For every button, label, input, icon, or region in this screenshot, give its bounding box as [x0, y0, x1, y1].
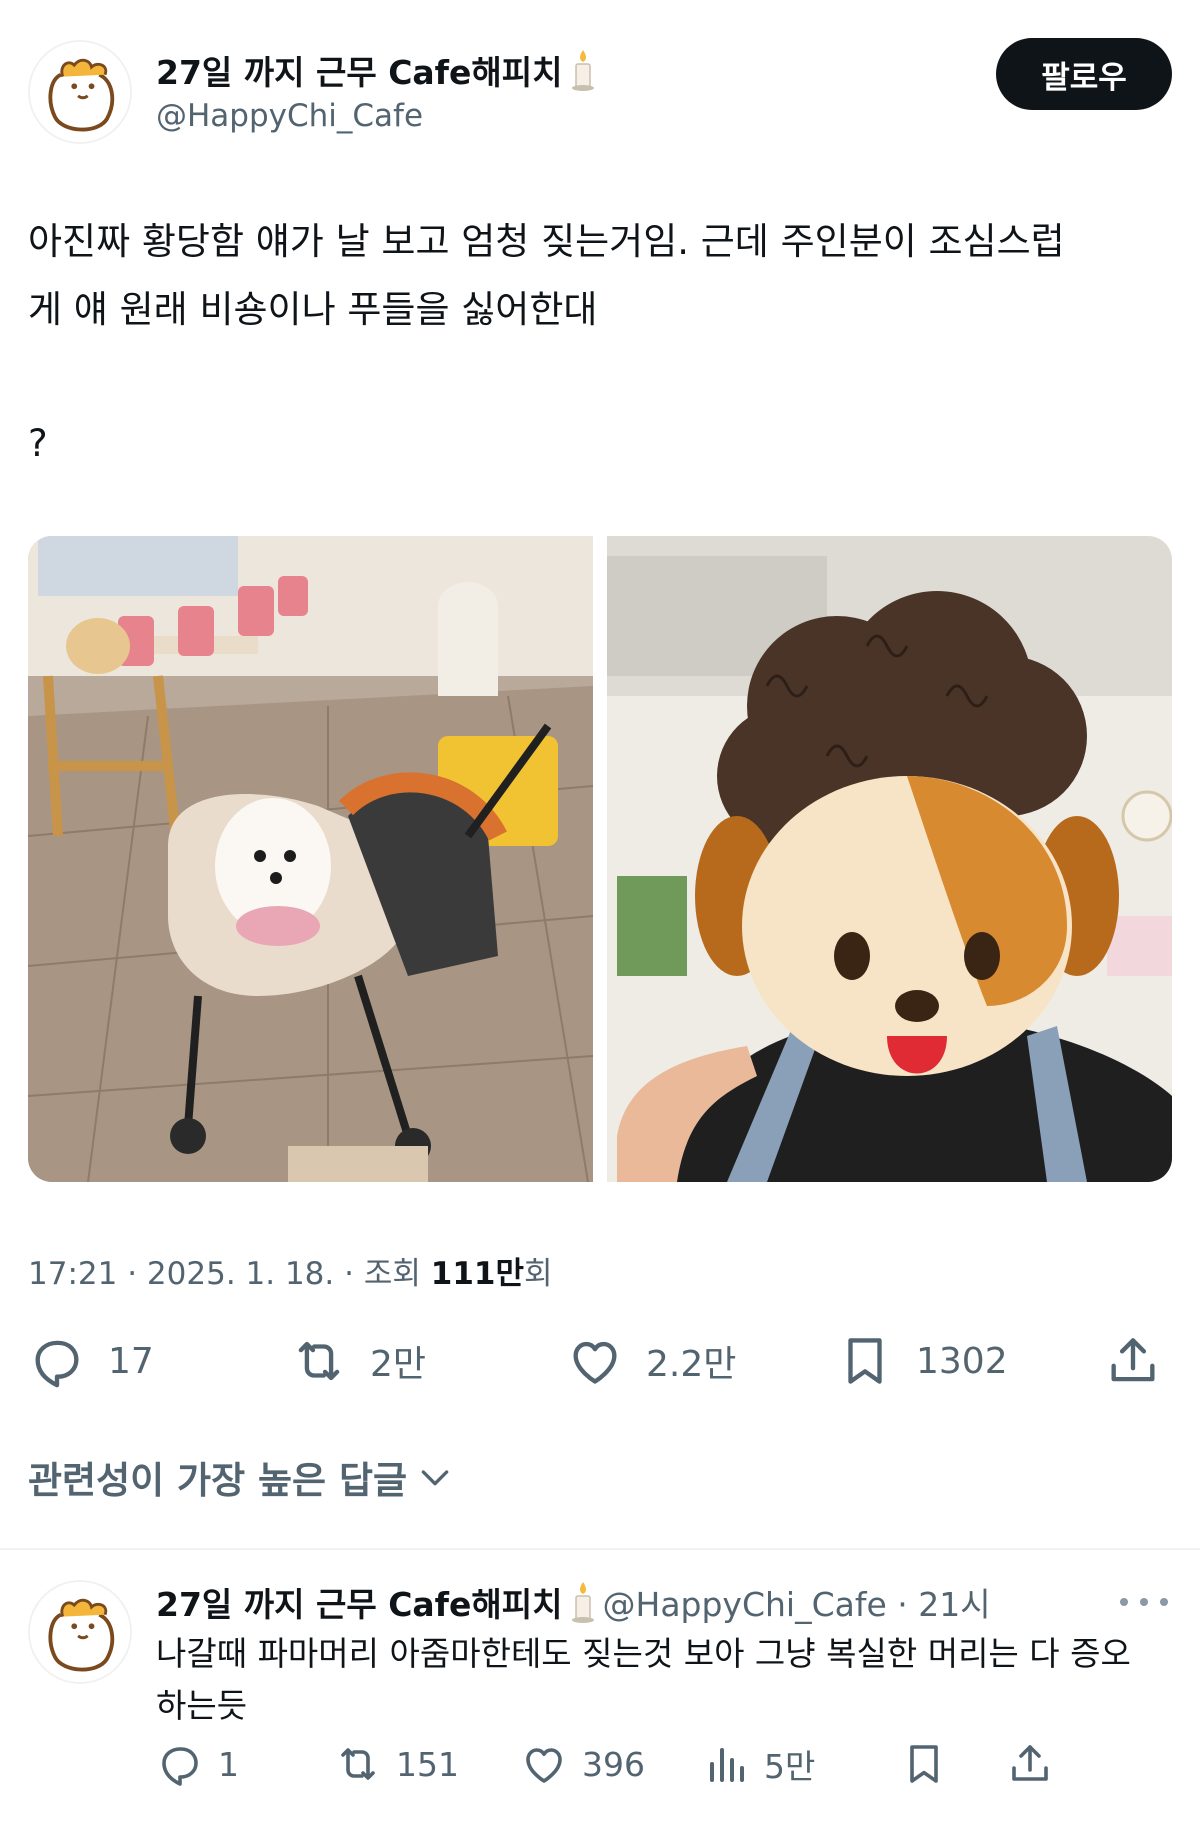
retweet-icon: [341, 1748, 375, 1780]
views-icon: [710, 1748, 744, 1782]
tweet-text-line: ?: [28, 422, 48, 465]
author-avatar[interactable]: [28, 40, 132, 144]
tweet-time[interactable]: 17:21: [28, 1256, 117, 1292]
retweet-count: 2만: [370, 1344, 427, 1385]
reply-share-button[interactable]: [1006, 1740, 1054, 1788]
reply-count: 17: [108, 1340, 154, 1382]
meta-separator: ·: [127, 1256, 138, 1292]
section-divider: [0, 1548, 1200, 1550]
reply-action-bar: 1 151 396 5만: [156, 1740, 1172, 1796]
like-count: 2.2만: [646, 1344, 737, 1385]
reply-text-line: 하는듯: [156, 1686, 248, 1725]
bookmark-button[interactable]: 1302: [836, 1332, 1008, 1390]
photo-selfie-curly-hair[interactable]: [607, 536, 1172, 1182]
reply-like-count: 396: [582, 1744, 645, 1784]
tweet-header: 27일 까지 근무 Cafe해피치 @HappyChi_Cafe 팔로우: [28, 38, 1172, 148]
views-prefix: 조회: [363, 1256, 421, 1292]
reply-bookmark-button[interactable]: [900, 1740, 948, 1788]
photo-dog-stroller[interactable]: [28, 536, 593, 1182]
tweet-text: 아진짜 황당함 얘가 날 보고 엄청 짖는거임. 근데 주인분이 조심스럽 게 …: [28, 208, 1172, 478]
retweet-button[interactable]: 2만: [290, 1332, 426, 1390]
author-display-name[interactable]: 27일 까지 근무 Cafe해피치: [156, 46, 563, 94]
retweet-icon: [298, 1341, 340, 1381]
tweet-text-line: 게 얘 원래 비숑이나 푸들을 싫어한대: [28, 288, 598, 331]
reply-icon: [162, 1747, 198, 1786]
bookmark-icon: [848, 1338, 882, 1384]
dog-in-stroller-image: [28, 536, 593, 1182]
tweet-meta: 17:21 · 2025. 1. 18. · 조회 111만회: [28, 1248, 553, 1293]
hamster-avatar-icon: [30, 42, 130, 142]
tweet-media: [28, 536, 1172, 1182]
reply-like-button[interactable]: 396: [520, 1740, 645, 1788]
reply-handle-time[interactable]: @HappyChi_Cafe · 21시: [603, 1578, 991, 1626]
tweet-date[interactable]: 2025. 1. 18.: [147, 1256, 334, 1292]
candle-emoji-icon: [571, 1582, 594, 1623]
bookmark-count: 1302: [916, 1340, 1008, 1382]
hamster-avatar-icon: [30, 1582, 130, 1682]
curly-hair-selfie-image: [607, 536, 1172, 1182]
like-icon: [526, 1748, 562, 1783]
reply-author-avatar[interactable]: [28, 1580, 132, 1684]
tweet-text-line: 아진짜 황당함 얘가 날 보고 엄청 짖는거임. 근데 주인분이 조심스럽: [28, 220, 1065, 263]
share-icon: [1012, 1745, 1048, 1781]
reply-text-line: 나갈때 파마머리 아줌마한테도 짖는것 보아 그냥 복실한 머리는 다 증오: [156, 1634, 1131, 1673]
candle-emoji-icon: [571, 50, 594, 91]
reply-button[interactable]: 17: [28, 1332, 154, 1390]
reply-reply-button[interactable]: 1: [156, 1740, 239, 1788]
reply-views-button[interactable]: 5만: [702, 1740, 815, 1788]
reply-header: 27일 까지 근무 Cafe해피치 @HappyChi_Cafe · 21시: [156, 1578, 991, 1626]
tweet-action-bar: 17 2만 2.2만 1302: [28, 1332, 1172, 1402]
reply-text: 나갈때 파마머리 아줌마한테도 짖는것 보아 그냥 복실한 머리는 다 증오 하…: [156, 1628, 1176, 1732]
reply-views-count: 5만: [764, 1747, 816, 1786]
share-icon: [1111, 1338, 1155, 1382]
reply-reply-count: 1: [218, 1744, 239, 1784]
reply-item[interactable]: 27일 까지 근무 Cafe해피치 @HappyChi_Cafe · 21시 나…: [28, 1578, 1172, 1808]
views-suffix: 회: [523, 1256, 553, 1292]
reply-author-name[interactable]: 27일 까지 근무 Cafe해피치: [156, 1578, 563, 1626]
chevron-down-icon: [421, 1470, 449, 1486]
replies-sort-dropdown[interactable]: 관련성이 가장 높은 답글: [28, 1450, 455, 1504]
replies-sort-label: 관련성이 가장 높은 답글: [28, 1459, 408, 1502]
like-icon: [573, 1341, 617, 1384]
meta-separator: ·: [344, 1256, 354, 1292]
bookmark-icon: [910, 1745, 938, 1783]
author-handle[interactable]: @HappyChi_Cafe: [156, 98, 423, 134]
reply-retweet-button[interactable]: 151: [334, 1740, 459, 1788]
reply-icon: [35, 1340, 79, 1388]
like-button[interactable]: 2.2만: [566, 1332, 736, 1390]
follow-button[interactable]: 팔로우: [996, 38, 1172, 110]
share-button[interactable]: [1104, 1332, 1162, 1390]
author-name-row: 27일 까지 근무 Cafe해피치: [156, 46, 597, 94]
more-icon[interactable]: [1120, 1590, 1168, 1614]
views-count: 111만: [430, 1256, 524, 1292]
reply-retweet-count: 151: [396, 1744, 459, 1784]
